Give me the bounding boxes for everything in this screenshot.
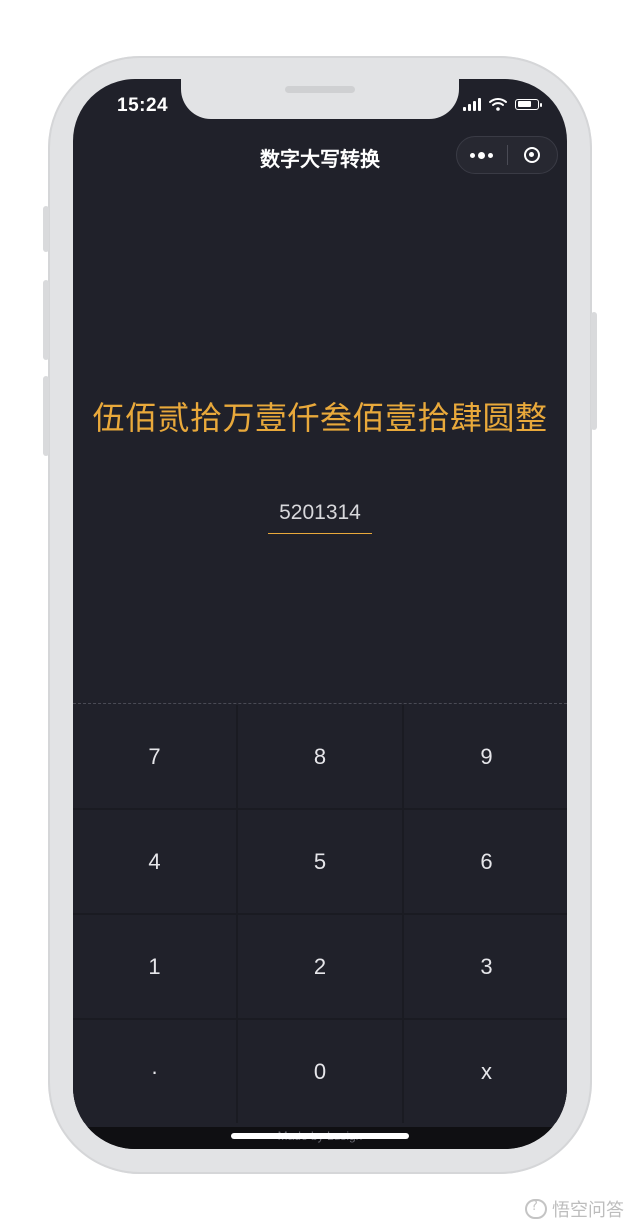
key-6[interactable]: 6 xyxy=(404,810,567,913)
number-input-display: 5201314 xyxy=(268,501,372,534)
key-9[interactable]: 9 xyxy=(404,705,567,808)
key-0[interactable]: 0 xyxy=(238,1020,402,1123)
watermark-text: 悟空问答 xyxy=(552,1200,624,1221)
key-4[interactable]: 4 xyxy=(73,810,236,913)
keypad-divider xyxy=(73,703,567,704)
status-icons xyxy=(463,97,542,111)
keypad: 7 8 9 4 5 6 1 2 3 · 0 x xyxy=(73,705,567,1123)
more-dots-icon xyxy=(470,151,494,159)
home-indicator xyxy=(231,1133,409,1139)
key-decimal[interactable]: · xyxy=(73,1020,236,1123)
uppercase-result: 伍佰贰拾万壹仟叁佰壹拾肆圆整 xyxy=(92,399,548,437)
volume-up-button xyxy=(43,280,49,360)
power-button xyxy=(591,312,597,430)
watermark: 悟空问答 xyxy=(525,1196,624,1222)
wifi-icon xyxy=(489,98,507,111)
key-7[interactable]: 7 xyxy=(73,705,236,808)
key-3[interactable]: 3 xyxy=(404,915,567,1018)
key-delete[interactable]: x xyxy=(404,1020,567,1123)
key-8[interactable]: 8 xyxy=(238,705,402,808)
status-time: 15:24 xyxy=(117,95,169,116)
silent-switch xyxy=(43,206,49,252)
more-button[interactable] xyxy=(457,137,507,173)
signal-icon xyxy=(463,97,481,111)
key-1[interactable]: 1 xyxy=(73,915,236,1018)
app-screen: 15:24 数字大写转换 伍佰贰拾万壹仟叁佰壹拾肆圆整 5201314 7 8 … xyxy=(73,79,567,1149)
miniprogram-capsule xyxy=(456,136,558,174)
close-button[interactable] xyxy=(508,137,558,173)
battery-icon xyxy=(515,98,542,110)
key-5[interactable]: 5 xyxy=(238,810,402,913)
key-2[interactable]: 2 xyxy=(238,915,402,1018)
wukong-logo-icon xyxy=(525,1199,547,1219)
speaker-grille xyxy=(285,86,355,93)
volume-down-button xyxy=(43,376,49,456)
notch xyxy=(181,79,459,119)
target-icon xyxy=(524,147,541,163)
